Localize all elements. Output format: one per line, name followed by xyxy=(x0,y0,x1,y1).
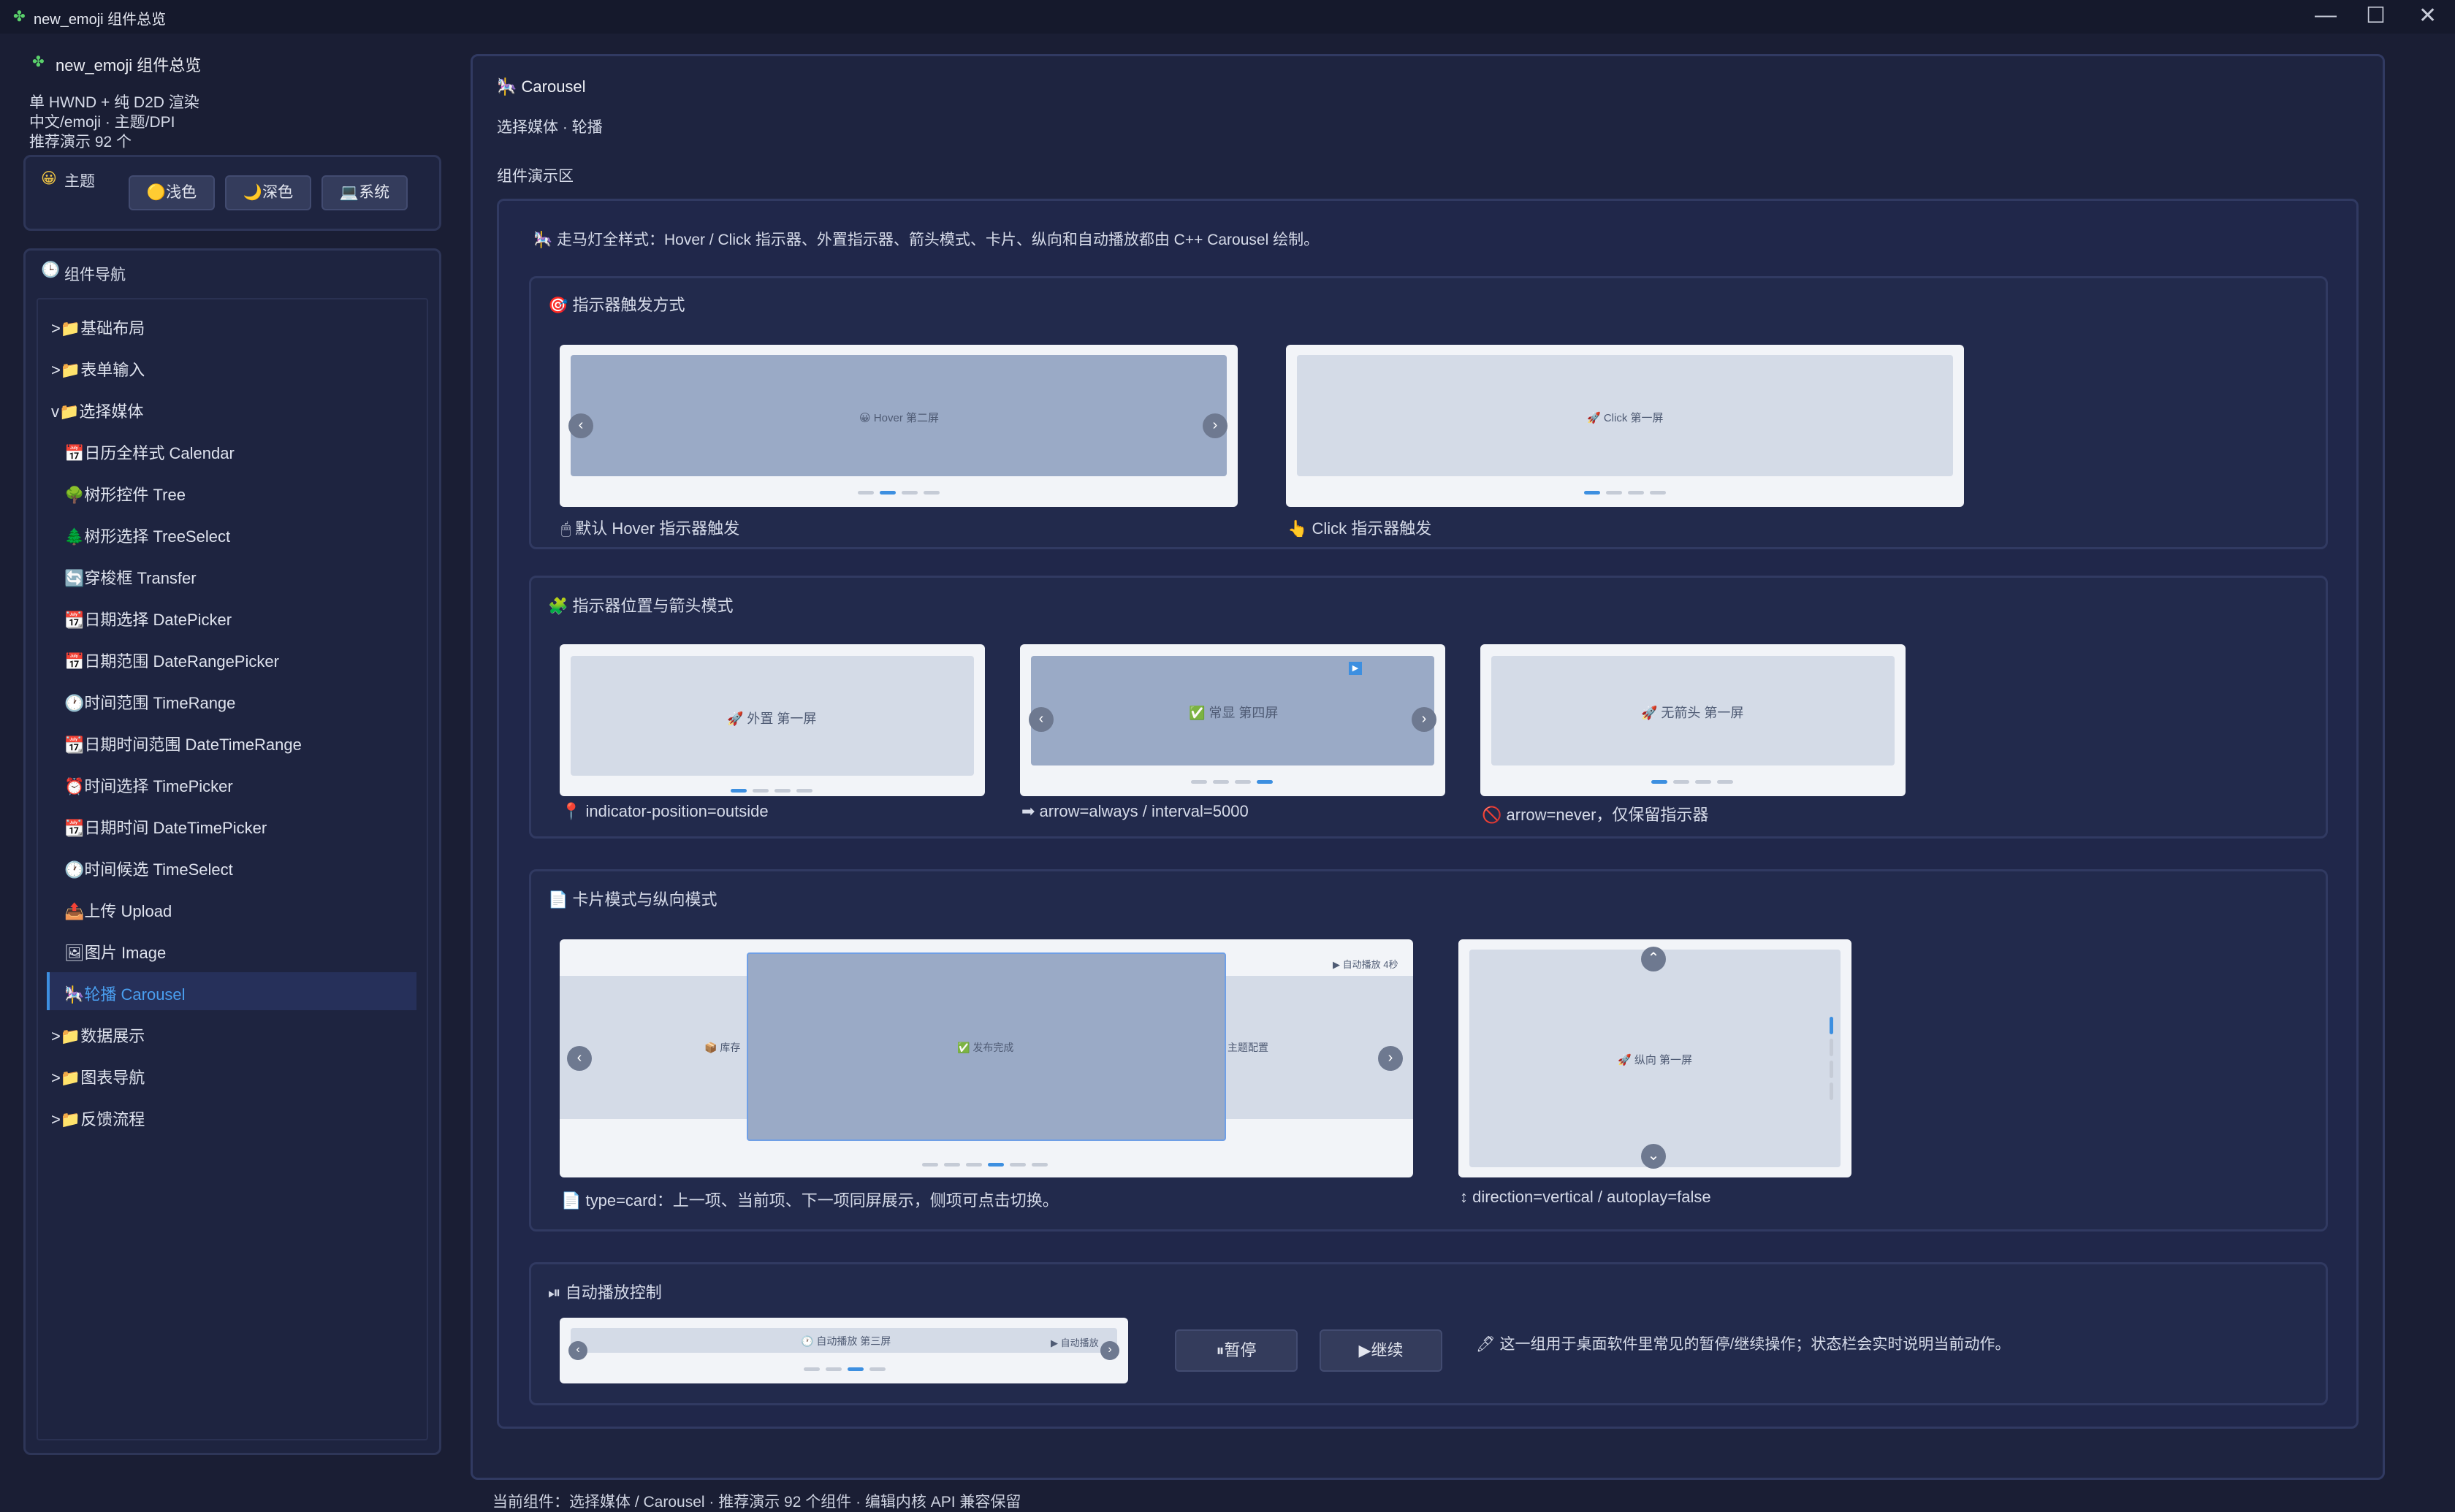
click-caption: 👆 Click 指示器触发 xyxy=(1287,519,1432,538)
palette-icon: 😀 xyxy=(41,170,57,187)
page-subtitle: 选择媒体 · 轮播 xyxy=(497,119,603,136)
autoplay-note: 🖊 这一组用于桌面软件里常见的暂停/继续操作；状态栏会实时说明当前动作。 xyxy=(1476,1336,2011,1353)
carousel-vertical-down-arrow[interactable]: ⌄ xyxy=(1641,1144,1666,1169)
vertical-slide-text: 🚀 纵向 第一屏 xyxy=(1618,1054,1693,1066)
nav-item-timeselect[interactable]: 🕐时间候选 TimeSelect xyxy=(64,857,233,880)
carousel-card-prev-arrow[interactable]: ‹ xyxy=(567,1046,592,1071)
carousel-vertical-up-arrow[interactable]: ⌃ xyxy=(1641,947,1666,971)
group1-title: 🎯 指示器触发方式 xyxy=(548,296,685,314)
theme-system-button[interactable]: 💻系统 xyxy=(321,175,408,210)
minimize-button[interactable]: — xyxy=(2315,3,2337,28)
nav-item-treeselect[interactable]: 🌲树形选择 TreeSelect xyxy=(64,524,230,547)
carousel-never-slide-text: 🚀 无箭头 第一屏 xyxy=(1641,706,1744,720)
card-next-text: 主题配置 xyxy=(1228,1042,1268,1053)
autoplay-indicators[interactable] xyxy=(801,1362,888,1375)
carousel-always-indicators[interactable] xyxy=(1188,774,1276,787)
outside-caption: 📍 indicator-position=outside xyxy=(561,802,769,820)
nav-title: 组件导航 xyxy=(64,267,126,283)
nav-item-basic-layout[interactable]: >📁基础布局 xyxy=(51,316,145,339)
vertical-caption: ↕ direction=vertical / autoplay=false xyxy=(1460,1188,1711,1206)
close-button[interactable]: ✕ xyxy=(2418,3,2437,28)
group2-title: 🧩 指示器位置与箭头模式 xyxy=(548,597,734,615)
pause-button[interactable]: ⏸暂停 xyxy=(1175,1329,1298,1372)
nav-item-daterangepicker[interactable]: 📅日期范围 DateRangePicker xyxy=(64,649,279,672)
nav-item-upload[interactable]: 📤上传 Upload xyxy=(64,898,172,922)
group4-title: ⏯ 自动播放控制 xyxy=(548,1283,662,1302)
never-caption: 🚫 arrow=never，仅保留指示器 xyxy=(1482,806,1709,824)
vertical-indicator[interactable] xyxy=(1830,1083,1833,1100)
nav-item-timepicker[interactable]: ⏰时间选择 TimePicker xyxy=(64,774,233,797)
nav-item-datetimerange[interactable]: 📆日期时间范围 DateTimeRange xyxy=(64,732,302,755)
nav-item-chart-nav[interactable]: >📁图表导航 xyxy=(51,1065,145,1088)
nav-item-feedback[interactable]: >📁反馈流程 xyxy=(51,1107,145,1130)
section-label: 组件演示区 xyxy=(497,168,574,185)
card-current-text: ✅ 发布完成 xyxy=(957,1042,1014,1053)
app-name: new_emoji 组件总览 xyxy=(56,56,202,75)
nav-item-data-display[interactable]: >📁数据展示 xyxy=(51,1023,145,1047)
carousel-card-next-arrow[interactable]: › xyxy=(1378,1046,1403,1071)
app-icon: ✤ xyxy=(32,54,45,70)
app-info-line3: 推荐演示 92 个 xyxy=(29,134,132,150)
carousel-outside-indicators[interactable] xyxy=(728,783,815,796)
carousel-always-next-arrow[interactable]: › xyxy=(1412,707,1436,732)
nav-item-carousel[interactable]: 🎠轮播 Carousel xyxy=(64,982,186,1005)
carousel-click-slide-text: 🚀 Click 第一屏 xyxy=(1587,412,1664,424)
play-badge-icon: ▶ xyxy=(1349,662,1362,675)
carousel-hover-slide-text: 😀 Hover 第二屏 xyxy=(859,412,939,424)
carousel-outside-slide-text: 🚀 外置 第一屏 xyxy=(727,711,817,726)
autoplay-slide-text: 🕐 自动播放 第三屏 xyxy=(801,1335,891,1347)
nav-item-timerange[interactable]: 🕐时间范围 TimeRange xyxy=(64,690,235,714)
theme-dark-button[interactable]: 🌙深色 xyxy=(225,175,311,210)
nav-item-image[interactable]: 🖼图片 Image xyxy=(64,940,166,963)
nav-item-form-input[interactable]: >📁表单输入 xyxy=(51,357,145,381)
nav-item-calendar[interactable]: 📅日历全样式 Calendar xyxy=(64,440,235,464)
vertical-indicator-active[interactable] xyxy=(1830,1017,1833,1034)
autoplay-badge: ▶ 自动播放 xyxy=(1051,1337,1099,1348)
autoplay-next-arrow[interactable]: › xyxy=(1100,1341,1119,1360)
carousel-hover-next-arrow[interactable]: › xyxy=(1203,413,1228,438)
vertical-indicator[interactable] xyxy=(1830,1061,1833,1078)
always-caption: ➡ arrow=always / interval=5000 xyxy=(1021,802,1249,820)
clock-icon: 🕒 xyxy=(41,261,61,278)
puzzle-icon: ✤ xyxy=(13,9,26,25)
carousel-hover-indicators[interactable] xyxy=(855,485,943,498)
carousel-card-indicators[interactable] xyxy=(919,1157,1051,1170)
carousel-hover-prev-arrow[interactable]: ‹ xyxy=(568,413,593,438)
nav-item-selection-media[interactable]: v📁选择媒体 xyxy=(51,399,143,422)
title-bar xyxy=(0,0,2455,34)
theme-light-button[interactable]: 🟡浅色 xyxy=(129,175,215,210)
nav-item-tree[interactable]: 🌳树形控件 Tree xyxy=(64,482,186,505)
page-title: 🎠 Carousel xyxy=(497,77,586,96)
intro-text: 🎠 走马灯全样式：Hover / Click 指示器、外置指示器、箭头模式、卡片… xyxy=(533,232,1320,248)
card-autoplay-badge: ▶ 自动播放 4秒 xyxy=(1333,959,1398,970)
carousel-click-indicators[interactable] xyxy=(1581,485,1669,498)
carousel-always-prev-arrow[interactable]: ‹ xyxy=(1029,707,1054,732)
status-bar: 当前组件：选择媒体 / Carousel · 推荐演示 92 个组件 · 编辑内… xyxy=(492,1494,1021,1511)
carousel-never-indicators[interactable] xyxy=(1648,774,1736,787)
app-info-line1: 单 HWND + 纯 D2D 渲染 xyxy=(29,94,199,111)
nav-item-datepicker[interactable]: 📆日期选择 DatePicker xyxy=(64,607,232,630)
carousel-always-slide-text: ✅ 常显 第四屏 xyxy=(1189,706,1279,720)
autoplay-prev-arrow[interactable]: ‹ xyxy=(568,1341,587,1360)
card-caption: 📄 type=card：上一项、当前项、下一项同屏展示，侧项可点击切换。 xyxy=(561,1191,1059,1210)
maximize-button[interactable]: ☐ xyxy=(2366,3,2386,28)
group3-title: 📄 卡片模式与纵向模式 xyxy=(548,890,718,909)
card-prev-text: 📦 库存 xyxy=(704,1042,741,1053)
hover-caption: 🖱 默认 Hover 指示器触发 xyxy=(561,519,740,538)
nav-item-transfer[interactable]: 🔄穿梭框 Transfer xyxy=(64,565,197,589)
vertical-indicator[interactable] xyxy=(1830,1039,1833,1056)
nav-item-datetimepicker[interactable]: 📆日期时间 DateTimePicker xyxy=(64,815,267,839)
app-info-line2: 中文/emoji · 主题/DPI xyxy=(29,114,175,131)
resume-button[interactable]: ▶继续 xyxy=(1320,1329,1442,1372)
window-title: new_emoji 组件总览 xyxy=(34,12,167,28)
theme-label: 主题 xyxy=(64,173,95,190)
